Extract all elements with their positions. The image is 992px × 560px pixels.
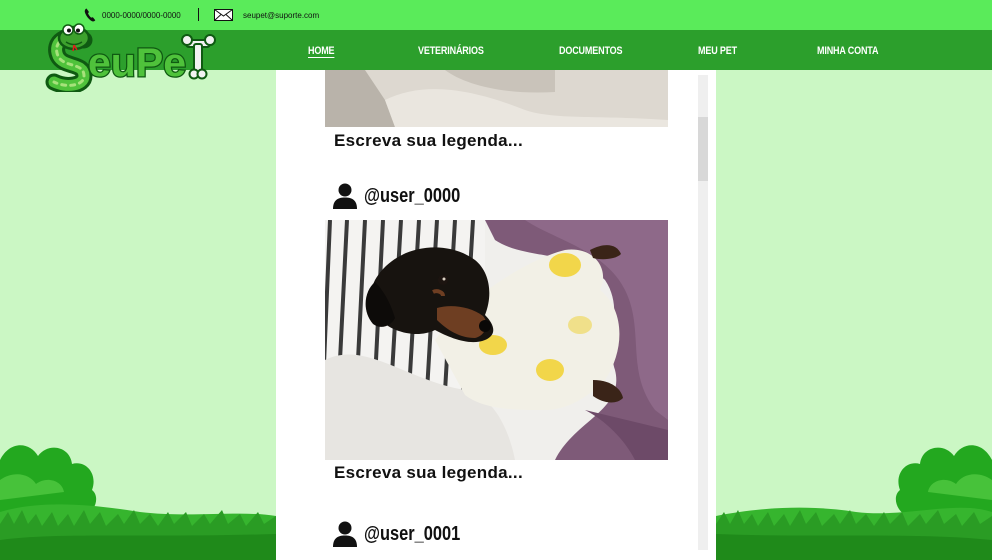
nav-documentos[interactable]: DOCUMENTOS bbox=[559, 30, 623, 70]
post-photo[interactable] bbox=[325, 70, 668, 127]
phone-number: 0000-0000/0000-0000 bbox=[102, 10, 181, 20]
post-username[interactable]: @user_0001 bbox=[364, 523, 460, 546]
bone-icon bbox=[181, 34, 216, 80]
email-contact: seupet@suporte.com bbox=[214, 0, 319, 30]
bush-decoration-right bbox=[716, 445, 992, 560]
nav-home[interactable]: HOME bbox=[308, 30, 335, 70]
nav-meu-pet[interactable]: MEU PET bbox=[698, 30, 737, 70]
user-icon bbox=[333, 521, 357, 547]
email-address[interactable]: seupet@suporte.com bbox=[243, 11, 319, 20]
post-caption: Escreva sua legenda... bbox=[334, 463, 523, 482]
snake-mascot-icon bbox=[45, 23, 93, 92]
post-caption: Escreva sua legenda... bbox=[334, 131, 523, 150]
user-icon bbox=[333, 183, 357, 209]
post-author[interactable]: @user_0001 bbox=[332, 521, 481, 547]
nav-veterinarios[interactable]: VETERINÁRIOS bbox=[418, 30, 484, 70]
bush-decoration-left bbox=[0, 445, 276, 560]
seupet-logo[interactable]: euPe bbox=[44, 20, 216, 92]
feed-scrollbar-thumb[interactable] bbox=[698, 117, 708, 181]
envelope-icon bbox=[214, 9, 233, 21]
svg-text:euPe: euPe bbox=[88, 41, 186, 85]
nav-minha-conta[interactable]: MINHA CONTA bbox=[817, 30, 878, 70]
post-author[interactable]: @user_0000 bbox=[332, 183, 481, 209]
post-username[interactable]: @user_0000 bbox=[364, 185, 460, 208]
post-photo[interactable] bbox=[325, 220, 668, 460]
